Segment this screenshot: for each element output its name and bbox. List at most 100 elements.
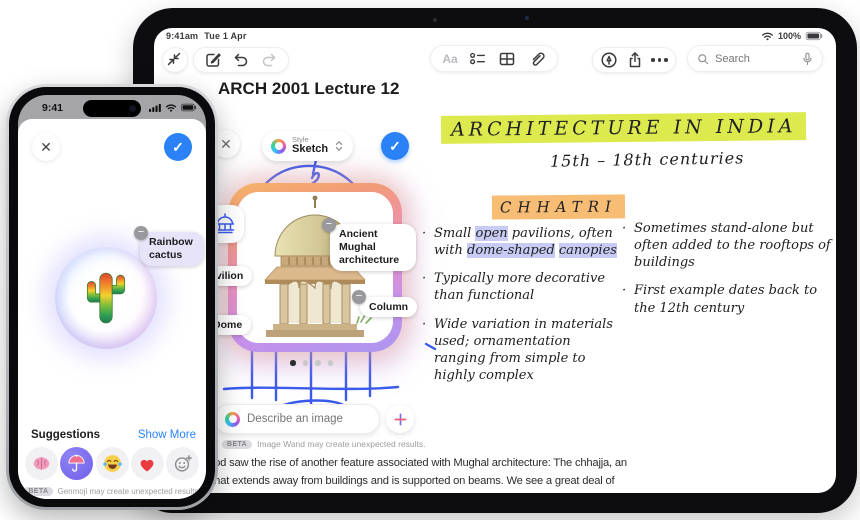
share-icon	[629, 52, 640, 68]
ipad-date: Tue 1 Apr	[204, 31, 247, 41]
text-format-button[interactable]: Aa	[442, 52, 457, 66]
genmoji-sheet: ✕ ✓ − Rainbow cactus Suggestions Show Mo…	[18, 119, 206, 499]
suggestions-label: Suggestions	[31, 429, 101, 441]
note-title: ARCH 2001 Lecture 12	[218, 79, 400, 98]
style-picker[interactable]: Style Sketch	[262, 131, 354, 161]
handwritten-heading: ARCHITECTURE IN INDIA	[440, 112, 807, 144]
genmoji-preview	[55, 247, 157, 349]
umbrella-emoji-icon[interactable]	[60, 447, 94, 480]
brain-emoji-icon[interactable]	[25, 447, 58, 480]
compose-icon	[206, 53, 221, 67]
undo-icon	[234, 53, 248, 67]
page-dot[interactable]	[290, 360, 296, 366]
apple-intelligence-icon	[225, 411, 240, 427]
close-icon: ✕	[220, 135, 232, 152]
add-image-button[interactable]	[386, 405, 414, 433]
redo-button[interactable]	[260, 51, 278, 69]
wifi-icon	[761, 32, 773, 41]
apple-intelligence-icon	[271, 138, 286, 154]
handwritten-subheading: 15th – 18th centuries	[549, 148, 745, 171]
page-dot[interactable]	[327, 360, 333, 366]
iphone-clock: 9:41	[42, 102, 64, 114]
ipad-screen: 9:41am Tue 1 Apr 100% Aa Search ARCH 200…	[154, 28, 836, 493]
iphone-bezel: 9:41 ✕ ✓ − Rainbow cactus Suggestions Sh…	[9, 87, 215, 507]
ipad-clock: 9:41am	[166, 31, 199, 41]
ipad-camera-lens-icon	[525, 16, 529, 20]
share-button[interactable]	[626, 51, 644, 69]
collapse-toolbar-button[interactable]	[162, 47, 188, 73]
redo-icon	[262, 53, 276, 67]
iphone-screen: 9:41 ✕ ✓ − Rainbow cactus Suggestions Sh…	[18, 95, 206, 499]
genmoji-tag[interactable]: Rainbow cactus	[140, 232, 204, 267]
ipad-device: 9:41am Tue 1 Apr 100% Aa Search ARCH 200…	[133, 8, 857, 513]
format-button-group: Aa	[430, 45, 558, 72]
page-indicator[interactable]	[290, 360, 333, 366]
ellipsis-icon	[651, 58, 655, 62]
paperclip-icon	[532, 51, 545, 66]
markup-button[interactable]	[600, 51, 618, 69]
more-button[interactable]	[651, 58, 668, 62]
rainbow-cactus-emoji	[86, 272, 126, 324]
iphone-status-bar: 9:41	[18, 95, 206, 119]
tag-column[interactable]: Column	[360, 297, 418, 317]
beta-text: Image Wand may create unexpected results…	[257, 439, 426, 449]
wifi-icon	[165, 104, 177, 112]
image-wand-beta-note: BETA Image Wand may create unexpected re…	[222, 439, 426, 449]
paragraph-line: s period saw the rise of another feature…	[188, 457, 627, 469]
tears-of-joy-emoji-icon[interactable]	[95, 447, 129, 480]
show-more-link[interactable]: Show More	[138, 429, 196, 441]
search-input[interactable]	[715, 52, 796, 65]
arrows-inward-icon	[167, 52, 181, 66]
chevron-up-down-icon	[335, 141, 343, 151]
image-wand-accept-button[interactable]: ✓	[381, 132, 409, 160]
beta-badge: BETA	[23, 487, 54, 496]
close-icon: ✕	[40, 138, 52, 155]
style-value: Sketch	[292, 143, 329, 156]
attachment-button[interactable]	[528, 50, 546, 68]
compose-button[interactable]	[204, 51, 222, 69]
battery-icon	[181, 103, 196, 112]
dynamic-island	[83, 100, 141, 117]
describe-image-input[interactable]	[247, 413, 369, 425]
plus-icon	[394, 413, 406, 425]
notes-right-column: · Sometimes stand-alone but often added t…	[622, 220, 832, 328]
tag-mughal[interactable]: Ancient Mughal architecture	[330, 224, 416, 272]
genmoji-beta-note: BETA Genmoji may create unexpected resul…	[18, 487, 206, 496]
note-paragraph: s period saw the rise of another feature…	[188, 455, 627, 491]
checkmark-icon: ✓	[172, 138, 184, 155]
signal-icon	[149, 103, 161, 112]
pencil-circle-icon	[601, 52, 617, 68]
table-icon	[500, 52, 515, 65]
share-button-group	[592, 47, 676, 73]
beta-text: Genmoji may create unexpected results.	[57, 487, 201, 496]
genmoji-accept-button[interactable]: ✓	[164, 133, 192, 161]
heart-emoji-icon[interactable]	[130, 447, 164, 480]
minus-icon[interactable]: −	[352, 290, 366, 304]
search-field[interactable]	[687, 45, 823, 72]
checklist-button[interactable]	[469, 50, 487, 68]
page-dot[interactable]	[315, 360, 321, 366]
add-genmoji-icon[interactable]	[166, 447, 199, 480]
iphone-device: 9:41 ✕ ✓ − Rainbow cactus Suggestions Sh…	[6, 84, 218, 510]
battery-percent: 100%	[777, 31, 801, 41]
minus-icon[interactable]: −	[322, 218, 336, 232]
edit-button-group	[193, 47, 289, 73]
search-icon	[698, 53, 709, 64]
beta-badge: BETA	[222, 439, 253, 449]
describe-image-field[interactable]	[214, 404, 380, 434]
ipad-status-right: 100%	[761, 31, 824, 41]
table-button[interactable]	[498, 50, 516, 68]
genmoji-close-button[interactable]: ✕	[32, 133, 60, 161]
suggestion-row	[25, 447, 199, 480]
page-dot[interactable]	[302, 360, 308, 366]
battery-icon	[805, 31, 823, 41]
dictate-icon[interactable]	[802, 52, 813, 66]
ipad-status-bar: 9:41am Tue 1 Apr	[166, 31, 247, 41]
checkmark-icon: ✓	[389, 137, 401, 154]
minus-icon[interactable]: −	[134, 226, 148, 240]
note-bullet: · First example dates back to the 12th ce…	[622, 283, 818, 316]
ipad-camera-icon	[433, 18, 437, 22]
front-camera-icon	[129, 105, 136, 112]
paragraph-line: ning that extends away from buildings an…	[188, 474, 615, 487]
undo-button[interactable]	[232, 51, 250, 69]
